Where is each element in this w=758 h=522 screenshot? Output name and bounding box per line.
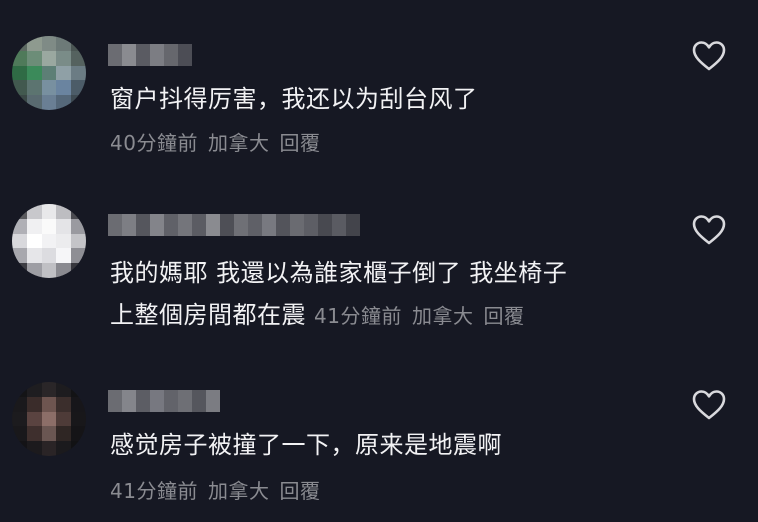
username-blurred[interactable] [108,214,360,236]
reply-button[interactable]: 回覆 [279,479,320,503]
comment-text: 我的媽耶 我還以為誰家櫃子倒了 我坐椅子 上整個房間都在震 41分鐘前 加拿大 回覆 [110,252,650,337]
comment-meta: 41分鐘前 加拿大 回覆 [314,304,534,328]
comment-text-line-2: 上整個房間都在震 41分鐘前 加拿大 回覆 [110,294,650,337]
comment-text: 窗户抖得厉害，我还以为刮台风了 [110,85,478,113]
comment-time: 41分鐘前 [314,304,402,328]
like-button[interactable] [692,389,726,421]
heart-outline-icon [692,41,726,71]
comment-location: 加拿大 [207,479,270,503]
username-blurred[interactable] [108,44,192,66]
username-blurred[interactable] [108,390,220,412]
comment-time: 40分鐘前 [110,131,198,155]
comment-time: 41分鐘前 [110,479,198,503]
like-button[interactable] [692,214,726,246]
comment-location: 加拿大 [207,131,270,155]
comment-meta: 40分鐘前 加拿大 回覆 [110,122,650,164]
avatar[interactable] [12,204,86,278]
comment-location: 加拿大 [411,304,474,328]
heart-outline-icon [692,390,726,420]
comment-meta: 41分鐘前 加拿大 回覆 [110,470,650,512]
reply-button[interactable]: 回覆 [279,131,320,155]
like-button[interactable] [692,40,726,72]
avatar[interactable] [12,36,86,110]
reply-button[interactable]: 回覆 [483,304,524,328]
avatar[interactable] [12,382,86,456]
comment-text-line-1: 我的媽耶 我還以為誰家櫃子倒了 我坐椅子 [110,259,568,287]
heart-outline-icon [692,215,726,245]
comment-text: 感觉房子被撞了一下，原来是地震啊 [110,431,502,459]
